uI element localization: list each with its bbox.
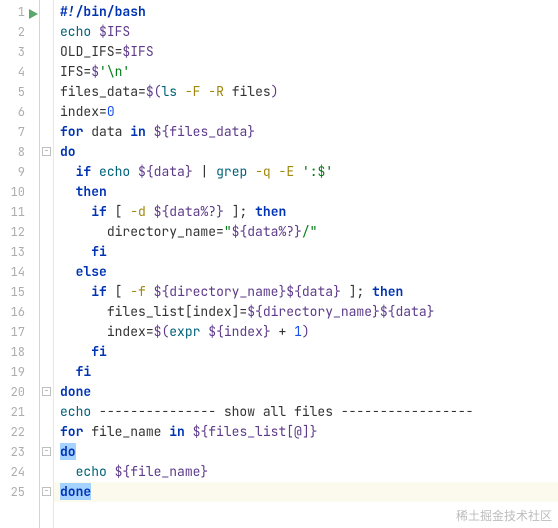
fold-toggle-icon[interactable]: −: [42, 147, 51, 156]
var-ref: $IFS: [122, 43, 153, 60]
line-number[interactable]: 15: [0, 282, 39, 302]
assign-lhs: IFS: [60, 63, 83, 80]
fold-toggle-icon[interactable]: −: [42, 487, 51, 496]
line-number[interactable]: 19: [0, 362, 39, 382]
line-number[interactable]: 18: [0, 342, 39, 362]
watermark-text: 稀土掘金技术社区: [456, 507, 552, 524]
line-number[interactable]: 3: [0, 42, 39, 62]
keyword-fi: fi: [91, 243, 107, 260]
cmd-ls: ls: [161, 83, 177, 100]
line-number[interactable]: 1: [0, 2, 39, 22]
cmd-expr: expr: [169, 323, 200, 340]
line-number[interactable]: 11: [0, 202, 39, 222]
string-literal: '\n': [99, 63, 130, 80]
var-ref: $IFS: [99, 23, 130, 40]
keyword-do: do: [60, 443, 76, 460]
var-ref: ${files_data}: [154, 123, 255, 140]
line-number[interactable]: 7: [0, 122, 39, 142]
line-number[interactable]: 24: [0, 462, 39, 482]
number-literal: 0: [107, 103, 115, 120]
line-number[interactable]: 13: [0, 242, 39, 262]
line-number[interactable]: 14: [0, 262, 39, 282]
line-number[interactable]: 10: [0, 182, 39, 202]
keyword-then: then: [76, 183, 107, 200]
keyword-do: do: [60, 143, 76, 160]
assign-lhs: files_list[index]: [107, 303, 240, 320]
keyword-for: for: [60, 123, 83, 140]
assign-lhs: index: [107, 323, 146, 340]
assign-lhs: directory_name: [107, 223, 216, 240]
assign-lhs: OLD_IFS: [60, 43, 115, 60]
line-number-gutter: 1 2 3 4 5 6 7 8 9 10 11 12 13 14 15 16 1…: [0, 0, 40, 528]
line-number[interactable]: 12: [0, 222, 39, 242]
line-number[interactable]: 16: [0, 302, 39, 322]
line-number[interactable]: 17: [0, 322, 39, 342]
assign-lhs: files_data: [60, 83, 138, 100]
code-editor: 1 2 3 4 5 6 7 8 9 10 11 12 13 14 15 16 1…: [0, 0, 558, 528]
builtin-echo: echo: [60, 23, 91, 40]
shebang: #!/bin/bash: [60, 3, 146, 20]
line-number[interactable]: 20: [0, 382, 39, 402]
keyword-done: done: [60, 383, 91, 400]
keyword-done: done: [60, 483, 91, 500]
fold-toggle-icon[interactable]: −: [42, 387, 51, 396]
cmd-grep: grep: [216, 163, 247, 180]
echo-text: --------------- show all files ---------…: [99, 403, 473, 420]
keyword-else: else: [76, 263, 107, 280]
string-literal: ':$': [302, 163, 333, 180]
keyword-if: if: [76, 163, 92, 180]
line-number[interactable]: 4: [0, 62, 39, 82]
fold-gutter: − − − −: [40, 0, 54, 528]
line-number[interactable]: 2: [0, 22, 39, 42]
assign-lhs: index: [60, 103, 99, 120]
fold-toggle-icon[interactable]: −: [42, 447, 51, 456]
line-number[interactable]: 23: [0, 442, 39, 462]
line-number[interactable]: 22: [0, 422, 39, 442]
line-number[interactable]: 6: [0, 102, 39, 122]
line-number[interactable]: 9: [0, 162, 39, 182]
line-number[interactable]: 25: [0, 482, 39, 502]
line-number[interactable]: 8: [0, 142, 39, 162]
line-number[interactable]: 5: [0, 82, 39, 102]
line-number[interactable]: 21: [0, 402, 39, 422]
code-area[interactable]: #!/bin/bash echo $IFS OLD_IFS=$IFS IFS=$…: [54, 0, 558, 528]
